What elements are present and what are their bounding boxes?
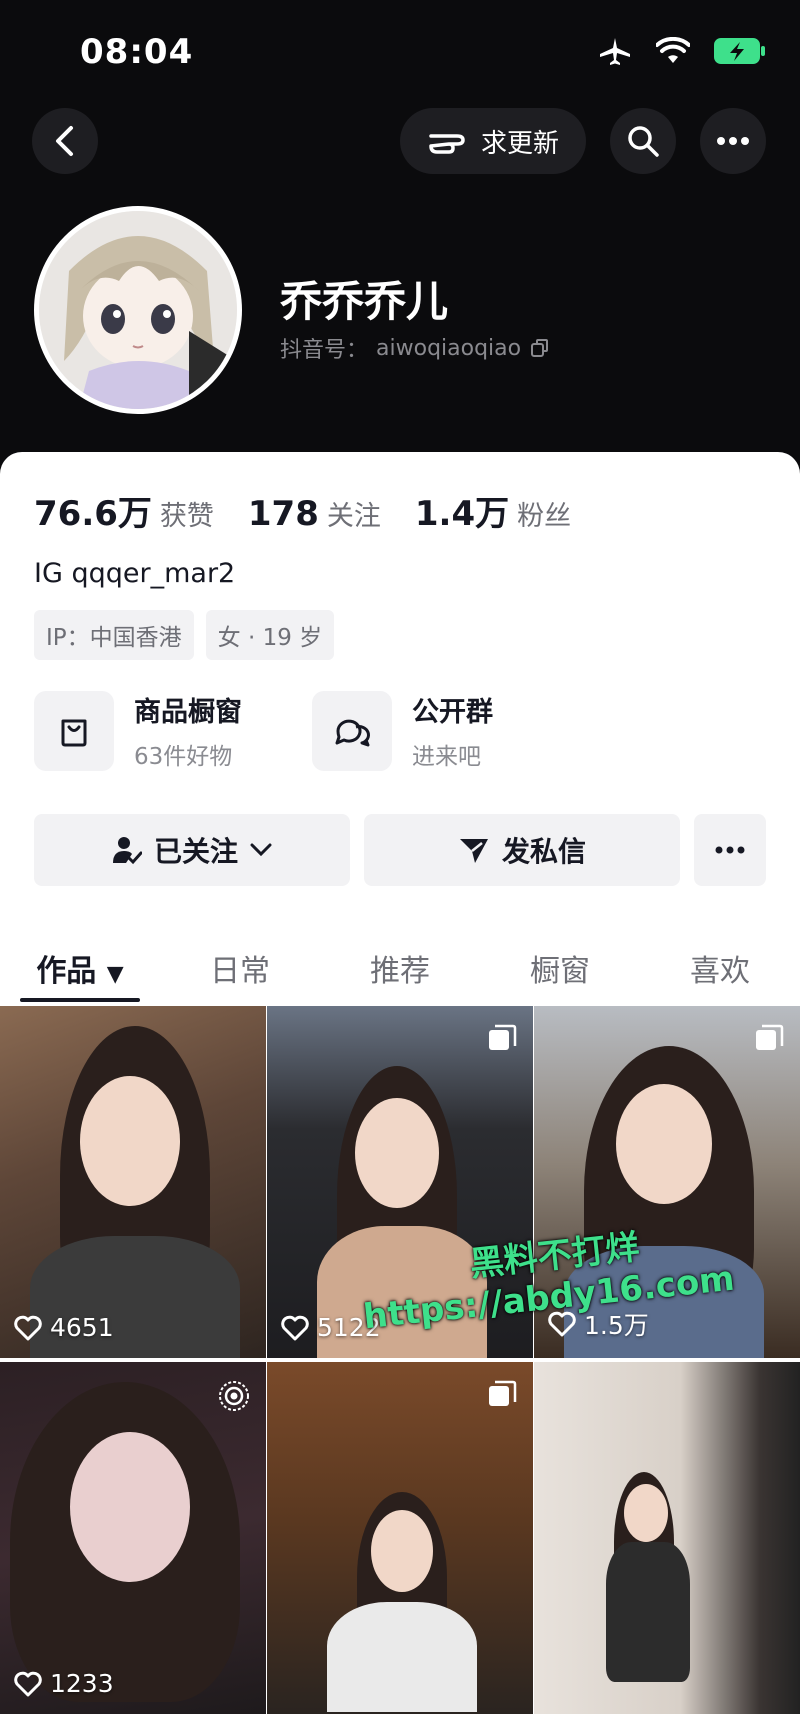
battery-charging-icon — [714, 37, 766, 69]
tab-works[interactable]: 作品 ▼ — [0, 940, 160, 1006]
like-count: 4651 — [14, 1313, 114, 1342]
stat-following-value: 178 — [247, 494, 319, 534]
tab-works-label: 作品 — [36, 954, 97, 989]
like-count: 1233 — [14, 1669, 114, 1698]
status-icons — [598, 36, 766, 70]
gender-age-tag: 女 · 19 岁 — [205, 610, 335, 660]
heart-icon — [281, 1315, 309, 1340]
shop-window-title: 商品橱窗 — [134, 697, 242, 728]
collection-icon — [487, 1024, 517, 1058]
stat-likes-label: 获赞 — [159, 501, 214, 532]
stat-following[interactable]: 178 关注 — [248, 494, 381, 534]
caret-down-icon: ▼ — [106, 962, 124, 987]
tab-daily[interactable]: 日常 — [160, 940, 320, 1006]
stats-row: 76.6万 获赞 178 关注 1.4万 粉丝 — [34, 486, 571, 535]
following-button[interactable]: 已关注 — [34, 814, 350, 886]
shop-window-sub: 63件好物 — [134, 744, 233, 770]
like-count-value: 4651 — [50, 1313, 114, 1342]
anime-avatar-image — [39, 211, 237, 409]
public-group-entry[interactable]: 公开群 进来吧 — [312, 690, 493, 771]
stat-followers-label: 粉丝 — [517, 501, 572, 532]
stat-following-label: 关注 — [326, 501, 381, 532]
request-update-label: 求更新 — [480, 128, 559, 159]
chevron-down-icon — [250, 843, 272, 857]
video-thumbnail[interactable]: 1233 — [0, 1362, 266, 1714]
chat-bubbles-icon — [312, 690, 392, 771]
tab-likes[interactable]: 喜欢 — [640, 940, 800, 1006]
douyin-id-label: 抖音号： — [280, 338, 369, 363]
like-count-value: 1233 — [50, 1669, 114, 1698]
ip-location-tag: IP：中国香港 — [34, 610, 194, 660]
send-message-label: 发私信 — [501, 835, 586, 868]
tab-window[interactable]: 橱窗 — [480, 940, 640, 1006]
heart-icon — [14, 1671, 42, 1696]
profile-name: 乔乔乔儿 — [280, 277, 449, 326]
search-button[interactable] — [610, 108, 676, 174]
following-label: 已关注 — [153, 835, 238, 868]
copy-icon[interactable] — [529, 337, 551, 359]
status-time: 08:04 — [80, 32, 194, 72]
more-dots-icon — [715, 846, 745, 854]
video-thumbnail[interactable] — [267, 1362, 533, 1714]
video-grid: 4651 5122 1.5万 1233 — [0, 1006, 800, 1714]
public-group-title: 公开群 — [412, 697, 493, 728]
airplane-icon — [598, 36, 632, 70]
send-message-button[interactable]: 发私信 — [364, 814, 680, 886]
wifi-icon — [655, 36, 691, 69]
stat-likes-value: 76.6万 — [34, 494, 152, 534]
stat-followers-value: 1.4万 — [414, 494, 510, 534]
bio: IG qqqer_mar2 — [34, 558, 236, 589]
shopping-bag-icon — [34, 690, 114, 771]
content-tabs: 作品 ▼ 日常 推荐 橱窗 喜欢 — [0, 940, 800, 1006]
more-options-button[interactable] — [700, 108, 766, 174]
shop-window-entry[interactable]: 商品橱窗 63件好物 — [34, 690, 242, 771]
collection-icon — [754, 1024, 784, 1058]
more-actions-button[interactable] — [694, 814, 766, 886]
douyin-id-value: aiwoqiaoqiao — [376, 335, 522, 361]
back-button[interactable] — [32, 108, 98, 174]
stat-likes[interactable]: 76.6万 获赞 — [34, 486, 214, 535]
collection-icon — [487, 1380, 517, 1414]
pointing-hand-icon — [429, 134, 465, 154]
search-icon — [628, 126, 659, 157]
stat-followers[interactable]: 1.4万 粉丝 — [415, 486, 571, 535]
tags-row: IP：中国香港 女 · 19 岁 — [34, 610, 335, 660]
video-thumbnail[interactable]: 4651 — [0, 1006, 266, 1358]
tab-recommend[interactable]: 推荐 — [320, 940, 480, 1006]
paper-plane-icon — [459, 839, 488, 863]
back-arrow-icon — [56, 126, 73, 156]
more-dots-icon — [717, 137, 749, 145]
request-update-button[interactable]: 求更新 — [400, 108, 586, 174]
avatar[interactable] — [34, 206, 242, 414]
live-photo-icon — [218, 1380, 250, 1416]
user-check-icon — [112, 837, 142, 865]
heart-icon — [14, 1315, 42, 1340]
douyin-id[interactable]: 抖音号： aiwoqiaoqiao — [280, 332, 551, 364]
public-group-sub: 进来吧 — [412, 744, 481, 770]
video-thumbnail[interactable] — [534, 1362, 800, 1714]
